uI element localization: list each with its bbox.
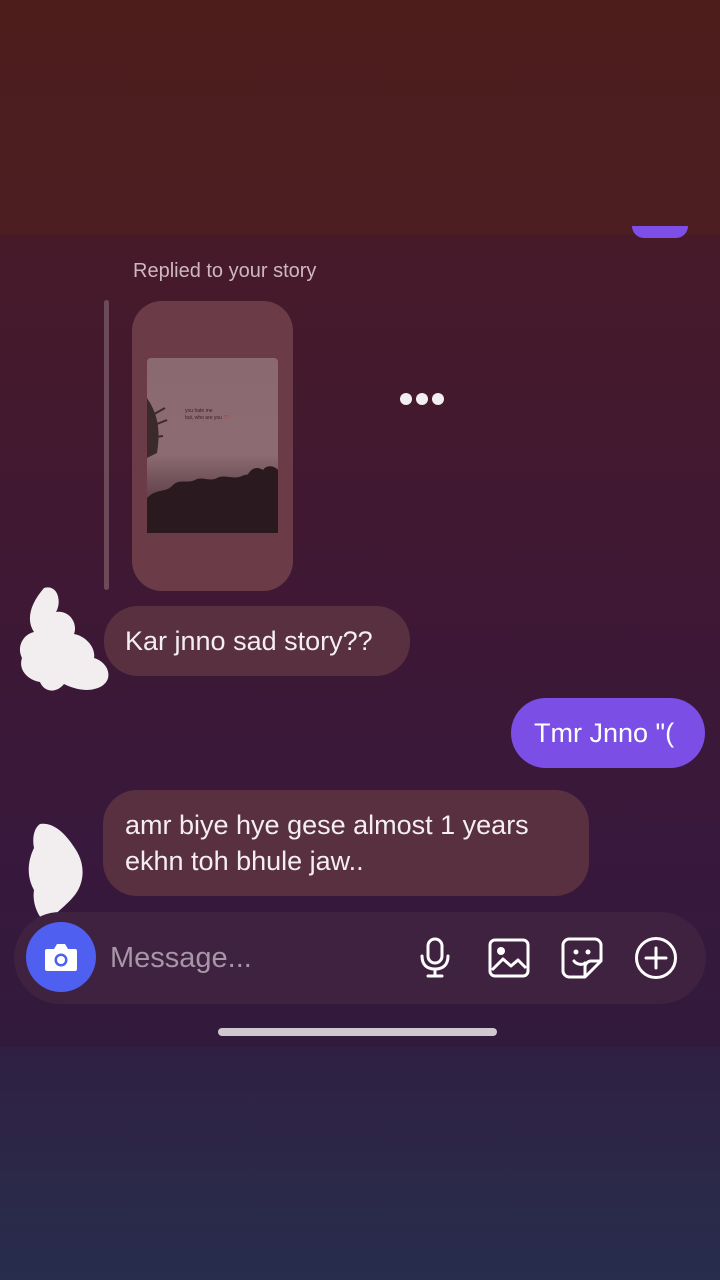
incoming-message-bubble[interactable]: Kar jnno sad story?? (104, 606, 410, 676)
message-composer (14, 912, 706, 1004)
message-text: amr biye hye gese almost 1 years ekhn to… (125, 810, 529, 876)
story-scene-image (147, 398, 278, 533)
story-reply-label: Replied to your story (133, 260, 317, 282)
background-bottom (0, 1047, 720, 1280)
story-preview-card[interactable]: you hate me but, who are you ?? (132, 301, 293, 591)
sticker-icon (561, 937, 603, 979)
message-text: Tmr Jnno "( (534, 718, 675, 748)
typing-dot (432, 393, 444, 405)
microphone-icon (420, 937, 450, 978)
camera-icon (45, 944, 77, 971)
add-icon (635, 937, 677, 979)
camera-button[interactable] (26, 922, 96, 992)
message-text: Kar jnno sad story?? (125, 626, 373, 656)
message-input[interactable] (110, 938, 400, 978)
reply-indicator-bar (104, 300, 109, 590)
story-caption: you hate me but, who are you ?? (185, 408, 229, 421)
previous-outgoing-bubble-edge (632, 226, 688, 238)
typing-dot (416, 393, 428, 405)
home-indicator[interactable] (218, 1028, 497, 1036)
gallery-button[interactable] (487, 936, 531, 980)
add-button[interactable] (634, 936, 678, 980)
outgoing-message-bubble[interactable]: Tmr Jnno "( (511, 698, 705, 768)
sender-avatar-redacted (19, 587, 109, 691)
typing-dot (400, 393, 412, 405)
story-thumbnail: you hate me but, who are you ?? (147, 358, 278, 533)
gallery-icon (488, 938, 530, 978)
sticker-button[interactable] (560, 936, 604, 980)
background-top (0, 0, 720, 235)
incoming-message-bubble[interactable]: amr biye hye gese almost 1 years ekhn to… (103, 790, 589, 896)
typing-indicator (400, 393, 444, 405)
voice-message-button[interactable] (413, 936, 457, 980)
